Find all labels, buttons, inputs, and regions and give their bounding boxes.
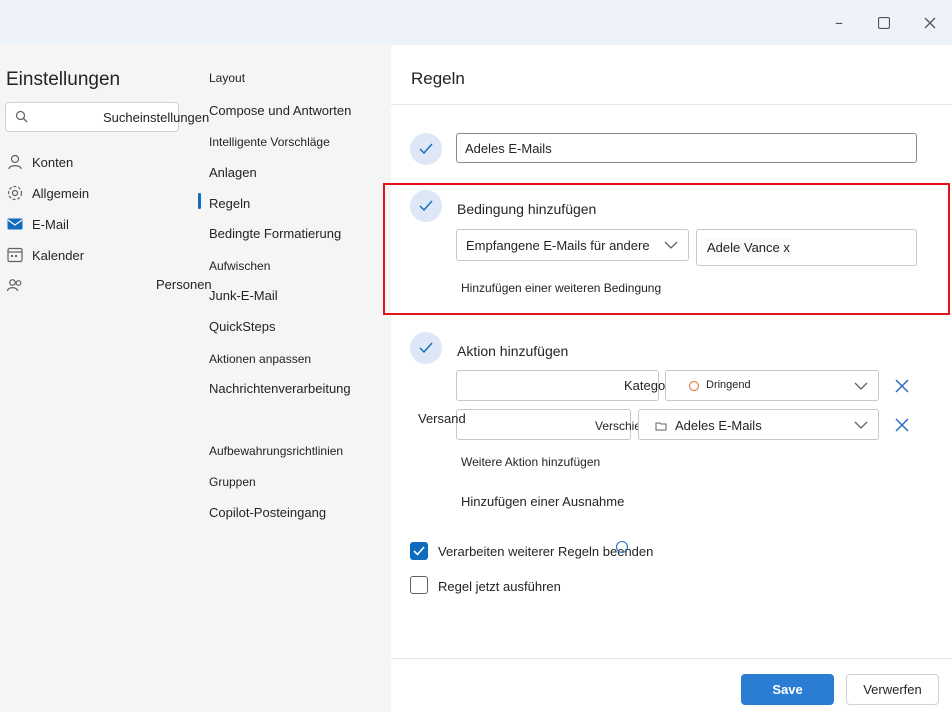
mail-icon — [7, 218, 23, 230]
info-icon[interactable] — [615, 540, 629, 554]
action-heading: Aktion hinzufügen — [457, 343, 569, 359]
gear-icon — [7, 185, 23, 201]
subnav-sending[interactable]: Versand — [418, 411, 466, 426]
checkmark-icon — [413, 546, 425, 556]
action-value-1: Dringend — [706, 379, 751, 391]
action-value-dropdown-2[interactable]: Adeles E-Mails — [638, 409, 879, 440]
nav-item-calendar[interactable]: Kalender — [6, 243, 84, 267]
remove-action-1-icon[interactable] — [893, 377, 911, 395]
subnav-conditional-formatting[interactable]: Bedingte Formatierung — [209, 226, 341, 241]
selected-indicator — [198, 193, 201, 209]
add-action-link[interactable]: Weitere Aktion hinzufügen — [461, 455, 600, 469]
people-icon — [6, 279, 22, 292]
chevron-down-icon — [854, 382, 868, 390]
rule-name-step-icon — [410, 133, 442, 165]
run-now-checkbox[interactable] — [410, 576, 428, 594]
subnav-attachments[interactable]: Anlagen — [209, 165, 257, 180]
subnav-quicksteps[interactable]: QuickSteps — [209, 319, 275, 334]
subnav-retention[interactable]: Aufbewahrungsrichtlinien — [209, 444, 343, 458]
footer-divider — [391, 658, 952, 659]
folder-icon — [655, 422, 667, 431]
close-icon[interactable] — [919, 12, 941, 34]
settings-sidebar: Einstellungen Sucheinstellungen Konten A… — [0, 45, 391, 712]
condition-highlight — [383, 183, 950, 315]
subnav-compose[interactable]: Compose und Antworten — [209, 103, 351, 118]
nav-item-people[interactable]: Personen — [6, 273, 212, 297]
category-tag-icon — [688, 380, 700, 392]
search-icon — [15, 110, 28, 123]
action-type-dropdown-2[interactable]: Verschieben in — [456, 409, 674, 440]
header-divider — [391, 104, 952, 105]
nav-item-label: Personen — [156, 277, 212, 292]
action-step-icon — [410, 332, 442, 364]
subnav-groups[interactable]: Gruppen — [209, 475, 256, 489]
nav-item-label: Kalender — [32, 247, 85, 263]
discard-button[interactable]: Verwerfen — [846, 674, 939, 705]
subnav-layout[interactable]: Layout — [209, 71, 245, 85]
person-icon — [8, 154, 22, 170]
minimize-icon[interactable]: – — [828, 12, 850, 34]
action-type-dropdown-1[interactable]: Kategorisieren — [456, 370, 708, 401]
subnav-suggestions[interactable]: Intelligente Vorschläge — [209, 135, 330, 149]
action-value-dropdown-1[interactable]: Dringend — [665, 370, 879, 401]
nav-item-mail[interactable]: E-Mail — [6, 212, 69, 236]
nav-item-label: E-Mail — [32, 216, 69, 232]
calendar-icon — [7, 247, 23, 263]
rule-name-input[interactable]: Adeles E-Mails — [456, 133, 917, 163]
subnav-rules[interactable]: Regeln — [209, 196, 250, 211]
add-exception-link[interactable]: Hinzufügen einer Ausnahme — [461, 494, 624, 509]
subnav-junk[interactable]: Junk-E-Mail — [209, 288, 278, 303]
search-placeholder: Sucheinstellungen — [103, 110, 210, 125]
rule-name-value: Adeles E-Mails — [465, 140, 552, 156]
title-bar: – — [0, 0, 952, 45]
save-button[interactable]: Save — [741, 674, 834, 705]
subnav-customize-actions[interactable]: Aktionen anpassen — [209, 352, 311, 366]
run-now-label: Regel jetzt ausführen — [438, 579, 561, 594]
rules-panel: Regeln Adeles E-Mails Bedingung hinzufüg… — [391, 45, 952, 712]
stop-processing-checkbox[interactable] — [410, 542, 428, 560]
subnav-copilot-inbox[interactable]: Copilot-Posteingang — [209, 505, 326, 520]
remove-action-2-icon[interactable] — [893, 416, 911, 434]
nav-item-label: Allgemein — [32, 185, 90, 201]
nav-item-accounts[interactable]: Konten — [6, 150, 73, 174]
nav-item-label: Konten — [32, 154, 74, 170]
settings-title: Einstellungen — [6, 69, 121, 90]
subnav-message-handling[interactable]: Nachrichtenverarbeitung — [209, 381, 351, 396]
page-title: Regeln — [411, 69, 465, 88]
subnav-sweep[interactable]: Aufwischen — [209, 259, 270, 273]
nav-item-general[interactable]: Allgemein — [6, 181, 89, 205]
maximize-icon[interactable] — [873, 12, 895, 34]
action-value-2: Adeles E-Mails — [675, 418, 762, 433]
chevron-down-icon — [854, 421, 868, 429]
search-input[interactable]: Sucheinstellungen — [5, 102, 209, 132]
